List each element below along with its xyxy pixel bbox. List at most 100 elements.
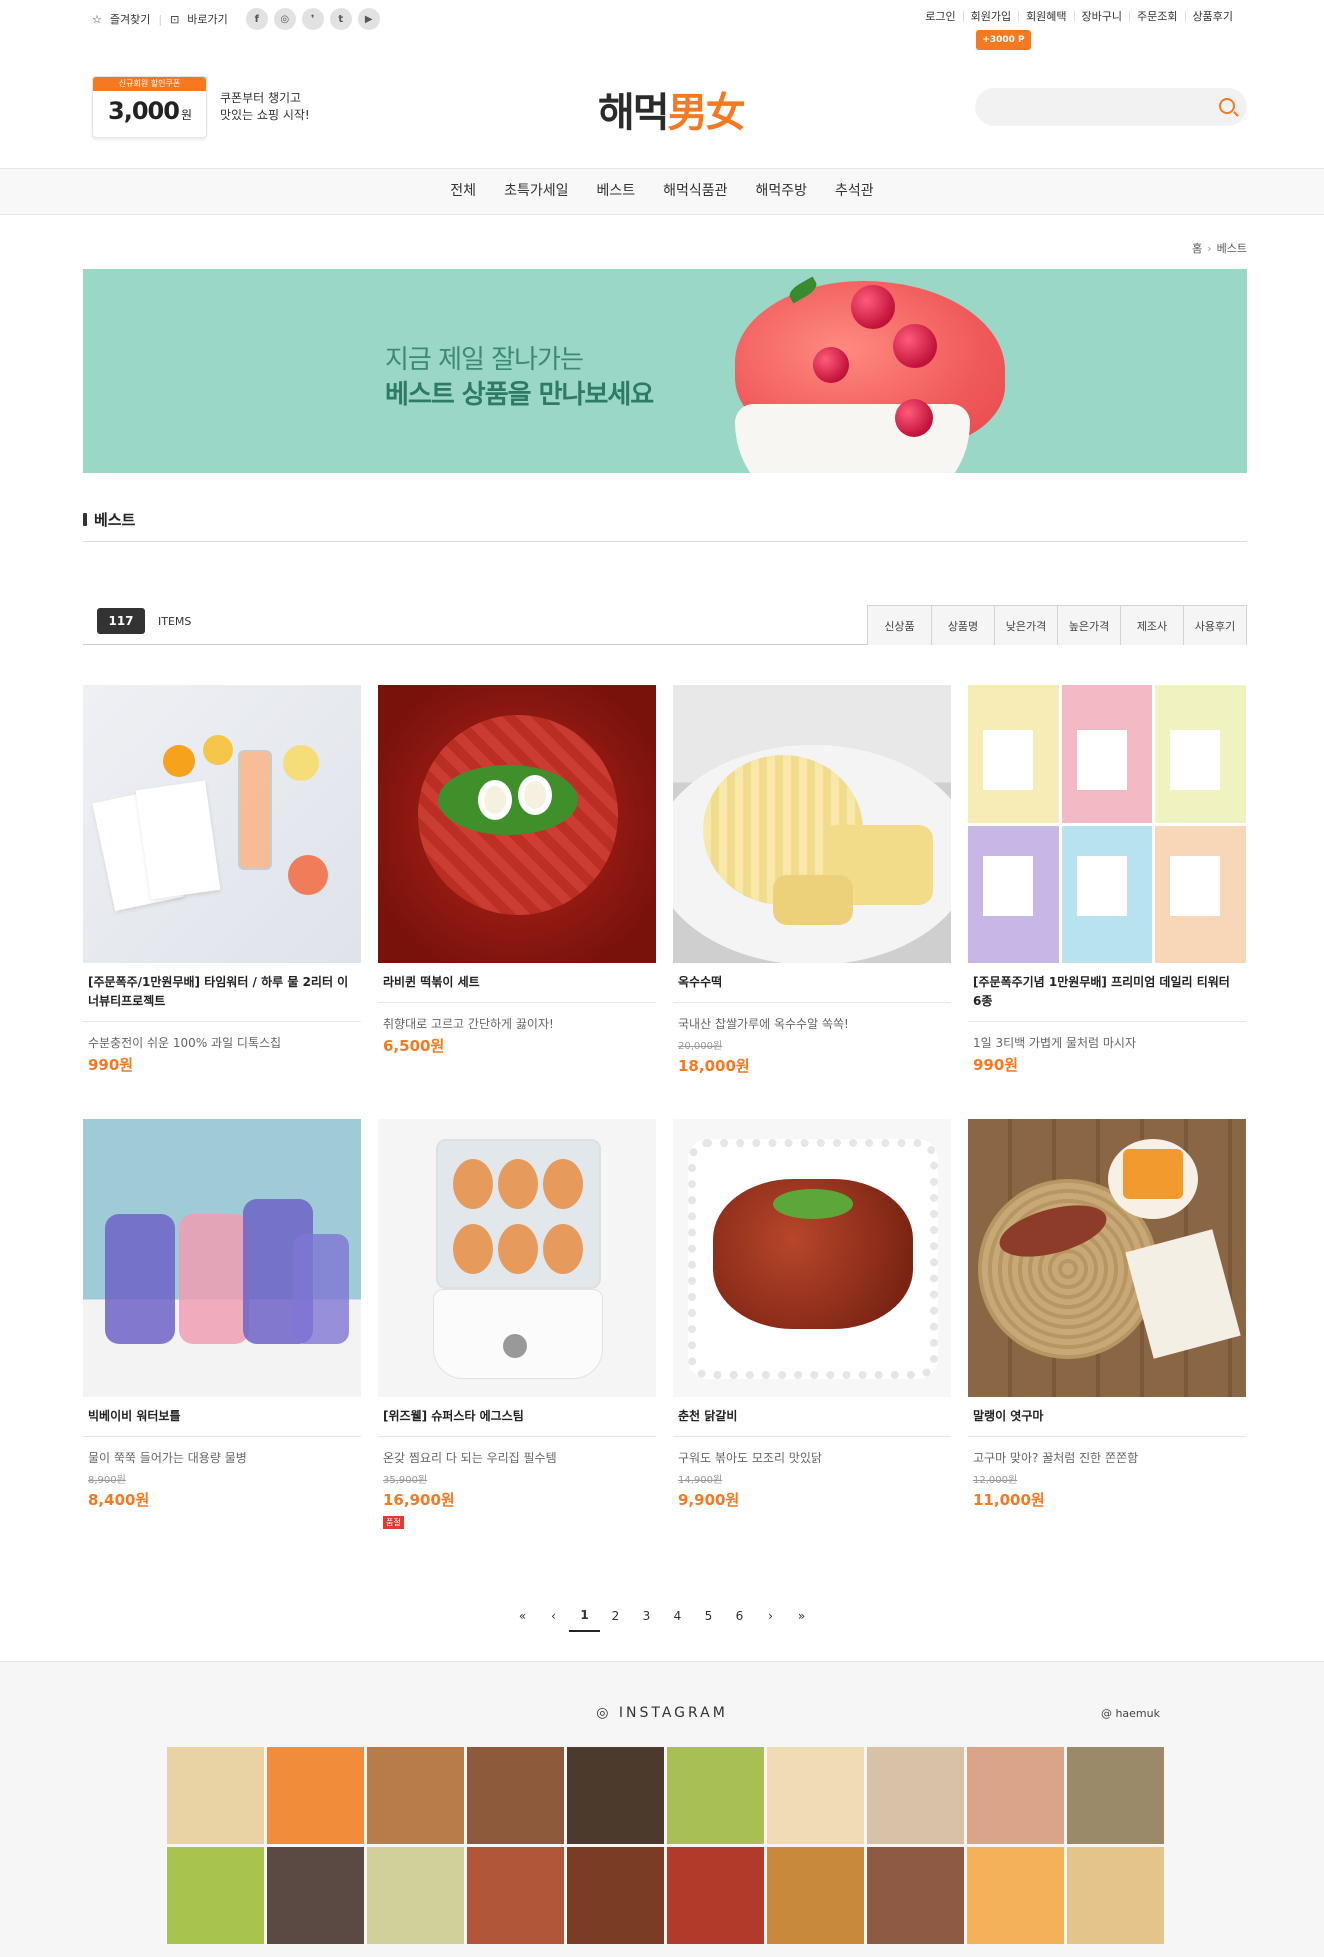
product-card[interactable]: 빅베이비 워터보틀 물이 쭉쭉 들어가는 대용량 물병 8,900원 8,400… [83,1119,361,1553]
instagram-photo[interactable] [967,1847,1064,1944]
twitter-icon[interactable]: t [329,8,352,30]
product-image[interactable] [83,685,361,963]
product-name[interactable]: [주문폭주/1만원무배] 타임워터 / 하루 물 2리터 이너뷰티프로젝트 [83,973,361,1022]
instagram-photo[interactable] [467,1847,564,1944]
instagram-photo[interactable] [767,1847,864,1944]
product-card[interactable]: [주문폭주기념 1만원무배] 프리미엄 데일리 티워터 6종 1일 3티백 가볍… [968,685,1246,1119]
instagram-photo[interactable] [1067,1847,1164,1944]
sort-maker[interactable]: 제조사 [1120,606,1183,645]
instagram-photo[interactable] [267,1847,364,1944]
sort-name[interactable]: 상품명 [931,606,994,645]
product-image[interactable] [673,685,951,963]
product-image[interactable] [83,1119,361,1397]
instagram-photo[interactable] [167,1747,264,1844]
product-desc: 취향대로 고르고 간단하게 끓이자! [383,1017,554,1031]
product-image[interactable] [673,1119,951,1397]
product-card[interactable]: 라비퀸 떡볶이 세트 취향대로 고르고 간단하게 끓이자! 6,500원 [378,685,656,1119]
product-name[interactable]: [위즈웰] 슈퍼스타 에그스팀 [378,1407,656,1437]
nav-item-kitchen[interactable]: 해먹주방 [756,169,808,214]
page-2[interactable]: 2 [600,1600,631,1632]
facebook-icon[interactable]: f [245,8,268,30]
product-price: 9,900원 [678,1491,740,1509]
product-name[interactable]: 말랭이 엿구마 [968,1407,1246,1437]
last-page-icon[interactable]: » [786,1600,817,1632]
instagram-photo[interactable] [667,1847,764,1944]
product-price: 990원 [88,1056,134,1074]
prev-page-icon[interactable]: ‹ [538,1600,569,1632]
instagram-photo[interactable] [367,1747,464,1844]
nav-item-best[interactable]: 베스트 [596,169,635,214]
nav-item-all[interactable]: 전체 [450,169,476,214]
breadcrumb-home[interactable]: 홈 [1192,242,1202,255]
instagram-photo[interactable] [367,1847,464,1944]
nav-item-food[interactable]: 해먹식품관 [663,169,727,214]
product-original-price: 35,900원 [383,1475,428,1486]
product-image[interactable] [378,685,656,963]
product-card[interactable]: 말랭이 엿구마 고구마 맞아? 꿀처럼 진한 쫀쫀함 12,000원 11,00… [968,1119,1246,1553]
page-3[interactable]: 3 [631,1600,662,1632]
new-member-coupon[interactable]: 신규회원 할인쿠폰 3,000 원 [92,76,207,138]
instagram-photo[interactable] [967,1747,1064,1844]
product-name[interactable]: 춘천 닭갈비 [673,1407,951,1437]
instagram-photo[interactable] [1067,1747,1164,1844]
product-card[interactable]: [주문폭주/1만원무배] 타임워터 / 하루 물 2리터 이너뷰티프로젝트 수분… [83,685,361,1119]
product-desc: 물이 쭉쭉 들어가는 대용량 물병 [88,1451,247,1465]
bookmark-link[interactable]: 즐겨찾기 [110,11,150,27]
first-page-icon[interactable]: « [507,1600,538,1632]
page-1[interactable]: 1 [569,1600,600,1632]
order-lookup-link[interactable]: 주문조회 [1129,11,1184,22]
product-desc: 온갖 찜요리 다 되는 우리집 필수템 [383,1451,557,1465]
instagram-icon[interactable]: ◎ [273,8,296,30]
instagram-photo[interactable] [567,1747,664,1844]
instagram-photo[interactable] [867,1847,964,1944]
review-link[interactable]: 상품후기 [1184,11,1240,22]
section-title: 베스트 [83,509,1247,542]
login-link[interactable]: 로그인 [918,11,962,22]
product-original-price: 12,000원 [973,1475,1018,1486]
product-name[interactable]: 옥수수떡 [673,973,951,1003]
product-desc: 구워도 볶아도 모조리 맛있닭 [678,1451,822,1465]
shortcut-link[interactable]: 바로가기 [187,11,227,27]
product-name[interactable]: 빅베이비 워터보틀 [83,1407,361,1437]
youtube-icon[interactable]: ▶ [357,8,380,30]
instagram-photo[interactable] [467,1747,564,1844]
instagram-photo[interactable] [167,1847,264,1944]
instagram-photo[interactable] [867,1747,964,1844]
site-logo[interactable]: 해먹男女 [598,80,746,138]
next-page-icon[interactable]: › [755,1600,786,1632]
search-icon[interactable] [1219,98,1235,114]
sort-low-price[interactable]: 낮은가격 [994,606,1057,645]
instagram-photo[interactable] [667,1747,764,1844]
search-input[interactable] [975,88,1247,126]
nav-item-sale[interactable]: 초특가세일 [504,169,568,214]
join-link[interactable]: 회원가입 [962,11,1018,22]
sort-review[interactable]: 사용후기 [1183,606,1246,645]
product-card[interactable]: 춘천 닭갈비 구워도 볶아도 모조리 맛있닭 14,900원 9,900원 [673,1119,951,1553]
divider: | [158,12,163,26]
blog-icon[interactable]: ❜ [301,8,324,30]
instagram-photo[interactable] [767,1747,864,1844]
product-image[interactable] [968,1119,1246,1397]
page-4[interactable]: 4 [662,1600,693,1632]
sort-high-price[interactable]: 높은가격 [1057,606,1120,645]
instagram-photo[interactable] [267,1747,364,1844]
raspberry-icon [851,285,895,329]
product-name[interactable]: [주문폭주기념 1만원무배] 프리미엄 데일리 티워터 6종 [968,973,1246,1022]
sort-options: 신상품 상품명 낮은가격 높은가격 제조사 사용후기 [867,605,1247,645]
page-5[interactable]: 5 [693,1600,724,1632]
instagram-handle[interactable]: @ haemuk [1101,1707,1160,1720]
product-card[interactable]: 옥수수떡 국내산 찹쌀가루에 옥수수알 쏙쏙! 20,000원 18,000원 [673,685,951,1119]
best-banner[interactable]: 지금 제일 잘나가는 베스트 상품을 만나보세요 [83,269,1247,473]
product-image[interactable] [378,1119,656,1397]
instagram-photo[interactable] [567,1847,664,1944]
product-image[interactable] [968,685,1246,963]
benefit-link[interactable]: 회원혜택 [1018,11,1073,22]
instagram-section: ◎ INSTAGRAM @ haemuk [0,1661,1324,1957]
page-6[interactable]: 6 [724,1600,755,1632]
join-point-badge: +3000 P [976,30,1031,50]
nav-item-chuseok[interactable]: 추석관 [835,169,874,214]
cart-link[interactable]: 장바구니 [1073,11,1129,22]
product-card[interactable]: [위즈웰] 슈퍼스타 에그스팀 온갖 찜요리 다 되는 우리집 필수템 35,9… [378,1119,656,1553]
product-name[interactable]: 라비퀸 떡볶이 세트 [378,973,656,1003]
sort-new[interactable]: 신상품 [868,606,931,645]
